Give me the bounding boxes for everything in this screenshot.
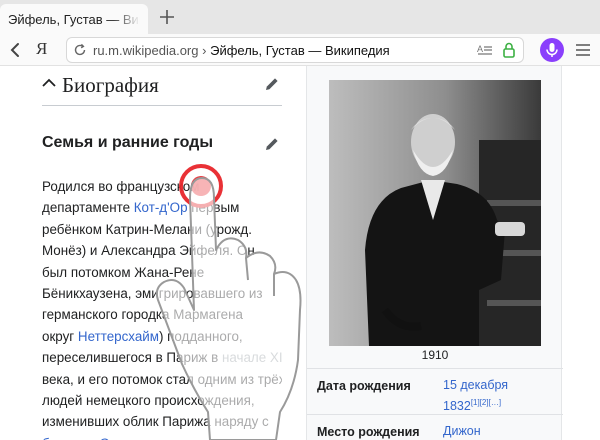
url-domain: ru.m.wikipedia.org (93, 43, 199, 58)
chevron-up-icon[interactable] (42, 78, 56, 88)
birth-place-link[interactable]: Дижон (443, 423, 481, 440)
article-line: округ Неттерсхайм) подданного, (42, 326, 282, 347)
article-link[interactable]: Неттерсхайм (78, 329, 159, 344)
section-title: Биография (62, 73, 159, 97)
lock-icon[interactable] (503, 42, 515, 58)
article-line: департаменте Кот-д'Ор первым (42, 197, 282, 218)
article-text: Монёз) и Александра Эйфеля. Он (42, 243, 255, 259)
browser-toolbar: Я ru.m.wikipedia.org › Эйфель, Густав — … (0, 34, 600, 66)
article-text: первым (187, 200, 240, 216)
infobox-row-birth-place: Место рождения Дижон (307, 414, 563, 440)
address-bar[interactable]: ru.m.wikipedia.org › Эйфель, Густав — Ви… (66, 37, 524, 63)
article-text: изменивших облик Парижа наряду с (42, 414, 269, 430)
infobox-label: Место рождения (317, 425, 420, 439)
article-text: Бёникхаузена, эмигрировавшего из (42, 285, 263, 301)
article-line: бароном Османом и инженером (42, 433, 282, 440)
article-line: германского городка Мармагена (42, 304, 282, 325)
infobox-label: Дата рождения (317, 379, 411, 393)
portrait-image (329, 80, 541, 346)
portrait-caption: 1910 (421, 348, 449, 362)
article-line: века, и его потомок стал одним из трёх (42, 369, 282, 390)
active-tab[interactable]: Эйфель, Густав — Википедия (0, 4, 148, 34)
article-text: начале XIX (221, 350, 282, 366)
yandex-logo[interactable]: Я (36, 39, 47, 59)
portrait-photo[interactable] (329, 80, 541, 346)
section-heading-biography[interactable]: Биография (42, 70, 282, 106)
reader-mode-icon[interactable]: A (477, 43, 493, 57)
pencil-icon[interactable] (264, 76, 280, 92)
article-text: департаменте (42, 200, 134, 216)
article-text: людей немецкого происхождения, (42, 392, 255, 408)
pencil-icon[interactable] (264, 136, 280, 152)
birth-date-day[interactable]: 15 декабря (443, 378, 508, 392)
article-link[interactable]: бароном Османом (42, 436, 157, 440)
article-line: изменивших облик Парижа наряду с (42, 411, 282, 432)
article-paragraph: Родился во французском департаменте Кот-д… (42, 176, 282, 440)
article-text: ) подданного, (158, 328, 243, 344)
article-text: века, и его потомок стал одним из трёх (42, 371, 282, 387)
svg-text:A: A (477, 44, 483, 54)
alice-voice-button[interactable] (540, 38, 564, 62)
article-line: Родился во французском (42, 176, 282, 197)
article-line: ребёнком Катрин-Мелани (урожд. (42, 219, 282, 240)
article-text: был потомком Жана-Рене (42, 264, 205, 280)
subsection-title: Семья и ранние годы (42, 134, 213, 151)
reference-links[interactable]: [1][2][…] (471, 398, 501, 407)
article-text: переселившегося в Париж в (42, 350, 222, 366)
url-text[interactable]: ru.m.wikipedia.org › Эйфель, Густав — Ви… (93, 43, 390, 58)
infobox: 1910 Дата рождения 15 декабря 1832[1][2]… (306, 66, 563, 440)
microphone-icon (546, 43, 558, 57)
reload-icon[interactable] (73, 43, 87, 57)
article-link[interactable]: Кот-д'Ор (134, 200, 188, 215)
url-separator: › (202, 43, 207, 58)
url-page-title: Эйфель, Густав — Википедия (210, 43, 390, 58)
infobox-row-birth-date: Дата рождения 15 декабря 1832[1][2][…] (307, 368, 563, 414)
birth-date-year[interactable]: 1832 (443, 399, 471, 413)
web-page[interactable]: Биография Семья и ранние годы Родился во… (0, 66, 600, 440)
article-text: ребёнком Катрин-Мелани (урожд. (42, 221, 252, 237)
article-line: переселившегося в Париж в начале XIX (42, 347, 282, 368)
article-text: германского городка Мармагена (42, 307, 243, 323)
article-line: был потомком Жана-Рене (42, 262, 282, 283)
menu-icon[interactable] (576, 44, 590, 56)
back-arrow-icon[interactable] (8, 42, 22, 58)
plus-icon[interactable] (156, 5, 178, 29)
article-line: Монёз) и Александра Эйфеля. Он (42, 240, 282, 261)
tab-title: Эйфель, Густав — Википедия (8, 11, 140, 27)
tab-strip: Эйфель, Густав — Википедия (0, 0, 600, 34)
article-text: и инженером (157, 436, 242, 440)
birth-date-link[interactable]: 15 декабря 1832[1][2][…] (443, 377, 508, 415)
article-text: Родился во французском (42, 179, 200, 194)
article-line: людей немецкого происхождения, (42, 390, 282, 411)
article-text: округ (42, 328, 78, 344)
article-line: Бёникхаузена, эмигрировавшего из (42, 283, 282, 304)
